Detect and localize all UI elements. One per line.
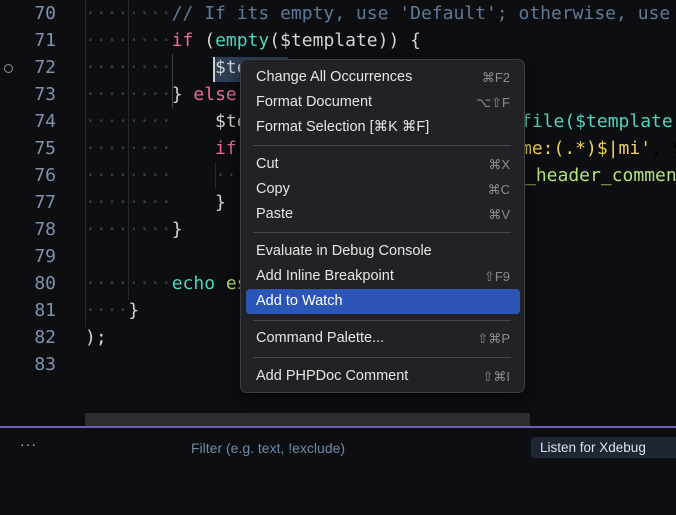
code-line-76: ········ ···· (85, 165, 259, 186)
code-line-74: ········ $te (85, 111, 248, 132)
menu-item-format-selection[interactable]: Format Selection [⌘K ⌘F] (246, 115, 520, 140)
code-line-71: ········if (empty($template)) { (85, 30, 421, 51)
line-number: 82 (34, 327, 56, 348)
horizontal-scrollbar[interactable] (85, 413, 530, 427)
code-line-78: ········} (85, 219, 183, 240)
line-number: 81 (34, 300, 56, 321)
menu-item-add-to-watch[interactable]: Add to Watch (246, 289, 520, 314)
menu-separator (253, 357, 511, 358)
code-line-73: ········} else (85, 84, 237, 105)
code-line-77: ········ } (85, 192, 226, 213)
menu-item-change-all-occurrences[interactable]: Change All Occurrences ⌘F2 (246, 65, 520, 90)
code-line-81: ····} (85, 300, 140, 321)
line-number: 79 (34, 246, 56, 267)
line-number: 73 (34, 84, 56, 105)
line-number: 77 (34, 192, 56, 213)
menu-separator (253, 145, 511, 146)
more-actions-icon[interactable]: ··· (20, 436, 37, 452)
code-line-82: ); (85, 327, 107, 348)
line-number: 72 (34, 57, 56, 78)
filter-input[interactable]: Filter (e.g. text, !exclude) (191, 440, 345, 456)
code-line-75: ········ if (85, 138, 237, 159)
code-fragment: _header_commen (525, 165, 676, 186)
menu-item-evaluate-in-debug-console[interactable]: Evaluate in Debug Console (246, 239, 520, 264)
code-line-70: ········// If its empty, use 'Default'; … (85, 3, 671, 24)
line-number: 75 (34, 138, 56, 159)
launch-config-select[interactable]: Listen for Xdebug (531, 437, 676, 458)
line-number: 71 (34, 30, 56, 51)
menu-item-paste[interactable]: Paste ⌘V (246, 202, 520, 227)
code-line-72: ········ $te (85, 57, 248, 78)
menu-separator (253, 320, 511, 321)
line-number: 80 (34, 273, 56, 294)
line-number: 74 (34, 111, 56, 132)
line-number: 83 (34, 354, 56, 375)
menu-item-cut[interactable]: Cut ⌘X (246, 152, 520, 177)
code-fragment: file($template) (521, 111, 676, 132)
context-menu: Change All Occurrences ⌘F2 Format Documen… (240, 59, 525, 393)
debug-panel: ··· Filter (e.g. text, !exclude) Listen … (0, 428, 676, 515)
menu-item-add-inline-breakpoint[interactable]: Add Inline Breakpoint ⇧F9 (246, 264, 520, 289)
menu-item-add-phpdoc-comment[interactable]: Add PHPDoc Comment ⇧⌘I (246, 364, 520, 389)
menu-separator (253, 232, 511, 233)
menu-item-command-palette[interactable]: Command Palette... ⇧⌘P (246, 326, 520, 351)
line-number: 78 (34, 219, 56, 240)
code-fragment: me:(.*)$|mi', $ (521, 138, 676, 159)
menu-item-copy[interactable]: Copy ⌘C (246, 177, 520, 202)
menu-item-format-document[interactable]: Format Document ⌥⇧F (246, 90, 520, 115)
code-line-80: ········echo es (85, 273, 248, 294)
line-number: 70 (34, 3, 56, 24)
line-number: 76 (34, 165, 56, 186)
